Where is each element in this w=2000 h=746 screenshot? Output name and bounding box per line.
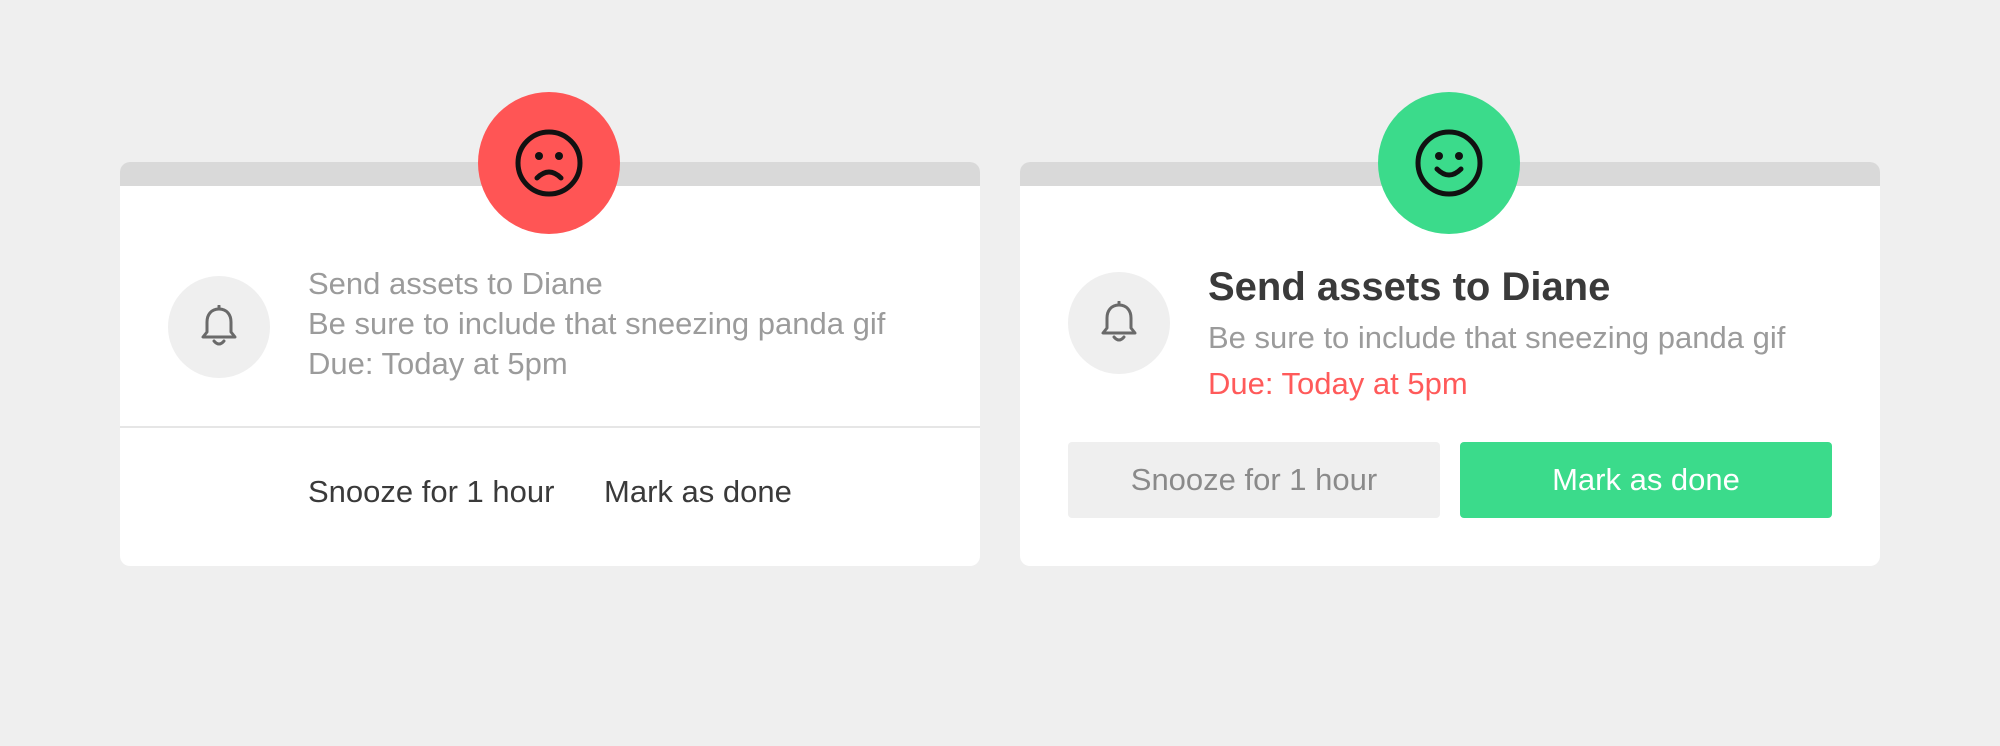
bell-icon <box>201 305 237 346</box>
reminder-icon-circle <box>1068 272 1170 374</box>
reminder-title: Send assets to Diane <box>308 266 603 301</box>
reminder-due: Due: Today at 5pm <box>1208 366 1468 401</box>
frown-face-icon <box>515 129 583 197</box>
divider <box>120 426 980 428</box>
reminder-title: Send assets to Diane <box>1208 265 1611 309</box>
smile-face-icon <box>1415 129 1483 197</box>
mark-done-button[interactable]: Mark as done <box>1460 442 1832 518</box>
good-mood-badge <box>1378 92 1520 234</box>
comparison-stage: Send assets to Diane Be sure to include … <box>0 0 2000 746</box>
reminder-icon-circle <box>168 276 270 378</box>
reminder-description: Be sure to include that sneezing panda g… <box>308 306 886 341</box>
reminder-description: Be sure to include that sneezing panda g… <box>1208 320 1786 355</box>
snooze-button[interactable]: Snooze for 1 hour <box>1068 442 1440 518</box>
mark-done-button[interactable]: Mark as done <box>604 462 792 522</box>
reminder-due: Due: Today at 5pm <box>308 346 568 381</box>
snooze-button[interactable]: Snooze for 1 hour <box>308 462 554 522</box>
bad-mood-badge <box>478 92 620 234</box>
bell-icon <box>1101 301 1137 342</box>
